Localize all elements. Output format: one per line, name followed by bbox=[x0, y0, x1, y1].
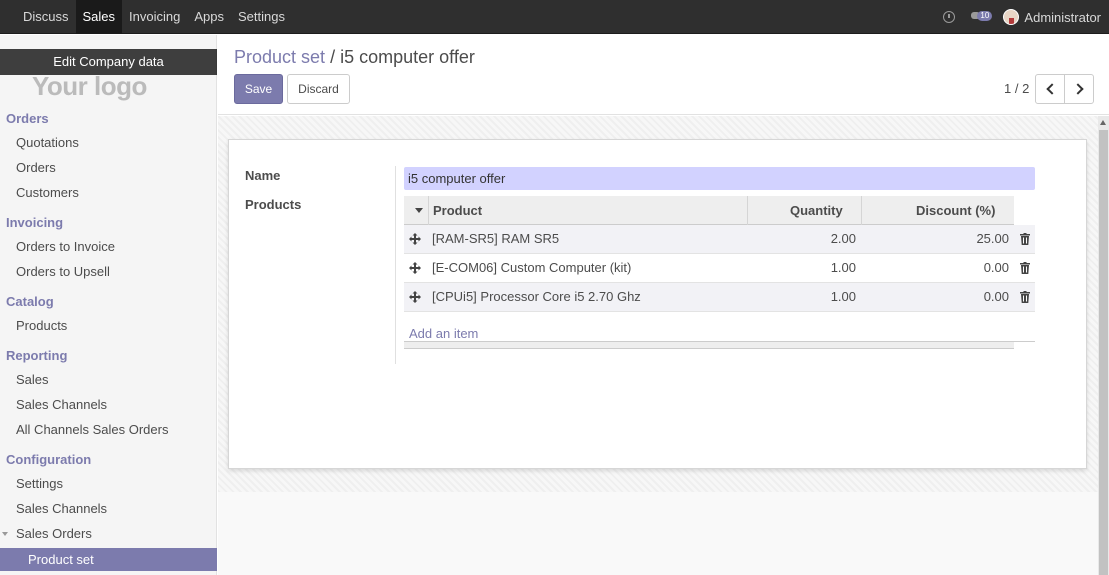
sidebar-item-orders-to-upsell[interactable]: Orders to Upsell bbox=[16, 264, 110, 279]
trash-icon[interactable] bbox=[1020, 262, 1030, 274]
caret-down-icon[interactable] bbox=[415, 208, 423, 213]
trash-icon[interactable] bbox=[1020, 291, 1030, 303]
sidebar-item-sales[interactable]: Sales bbox=[16, 372, 49, 387]
sidebar: Your logo Edit Company data Orders Quota… bbox=[0, 35, 217, 575]
sidebar-item-quotations[interactable]: Quotations bbox=[16, 135, 79, 150]
name-field[interactable]: i5 computer offer bbox=[404, 167, 1035, 190]
scroll-up-arrow-icon[interactable] bbox=[1100, 120, 1106, 125]
form-sheet: Name Products i5 computer offer Product … bbox=[228, 139, 1087, 469]
breadcrumb-separator: / bbox=[330, 47, 336, 67]
caret-down-icon bbox=[2, 532, 8, 536]
table-footer bbox=[404, 341, 1035, 349]
drag-handle-icon[interactable] bbox=[409, 262, 421, 274]
column-separator bbox=[428, 196, 429, 225]
cell-product: [E-COM06] Custom Computer (kit) bbox=[432, 260, 632, 275]
sidebar-item-sales-orders[interactable]: Sales Orders bbox=[16, 526, 92, 541]
messaging-icon[interactable]: 10 bbox=[971, 10, 993, 24]
control-panel: Product set / i5 computer offer Save Dis… bbox=[218, 35, 1109, 115]
cell-quantity: 1.00 bbox=[830, 260, 856, 275]
column-header-discount[interactable]: Discount (%) bbox=[916, 196, 995, 225]
sidebar-item-sales-channels-report[interactable]: Sales Channels bbox=[16, 397, 107, 412]
table-row[interactable]: [RAM-SR5] RAM SR5 2.00 25.00 bbox=[404, 225, 1035, 254]
activity-clock-icon[interactable] bbox=[943, 11, 956, 23]
table-footer-bar bbox=[404, 342, 1014, 349]
sidebar-item-customers[interactable]: Customers bbox=[16, 185, 79, 200]
cell-quantity: 2.00 bbox=[830, 231, 856, 246]
sidebar-section-configuration: Configuration bbox=[6, 452, 92, 467]
top-navbar: Discuss Sales Invoicing Apps Settings 10… bbox=[0, 0, 1109, 34]
table-header: Product Quantity Discount (%) bbox=[404, 196, 1014, 225]
company-logo-area[interactable]: Your logo Edit Company data bbox=[0, 49, 217, 101]
sidebar-item-all-channels-sales-orders[interactable]: All Channels Sales Orders bbox=[16, 422, 168, 437]
field-divider bbox=[395, 166, 396, 364]
sidebar-item-orders-to-invoice[interactable]: Orders to Invoice bbox=[16, 239, 115, 254]
discard-button[interactable]: Discard bbox=[287, 74, 350, 104]
add-item-link[interactable]: Add an item bbox=[409, 326, 478, 341]
menu-discuss[interactable]: Discuss bbox=[16, 0, 76, 34]
products-label: Products bbox=[245, 197, 302, 212]
column-header-product[interactable]: Product bbox=[433, 196, 482, 225]
sidebar-item-products[interactable]: Products bbox=[16, 318, 67, 333]
name-label: Name bbox=[245, 168, 281, 183]
sidebar-item-sales-channels[interactable]: Sales Channels bbox=[16, 501, 107, 516]
sidebar-item-product-set[interactable]: Product set bbox=[0, 548, 217, 571]
edit-company-button[interactable]: Edit Company data bbox=[0, 49, 217, 75]
sidebar-item-orders[interactable]: Orders bbox=[16, 160, 56, 175]
cell-discount: 25.00 bbox=[976, 231, 1009, 246]
menu-invoicing[interactable]: Invoicing bbox=[122, 0, 187, 34]
cell-product: [RAM-SR5] RAM SR5 bbox=[432, 231, 560, 246]
drag-handle-icon[interactable] bbox=[409, 233, 421, 245]
app-menu: Discuss Sales Invoicing Apps Settings bbox=[16, 0, 292, 34]
menu-apps[interactable]: Apps bbox=[187, 0, 231, 34]
scrollbar-thumb[interactable] bbox=[1099, 130, 1108, 575]
sidebar-item-settings[interactable]: Settings bbox=[16, 476, 63, 491]
sidebar-section-orders: Orders bbox=[6, 111, 49, 126]
menu-settings[interactable]: Settings bbox=[231, 0, 292, 34]
user-avatar[interactable] bbox=[1003, 9, 1020, 25]
table-row[interactable]: [CPUi5] Processor Core i5 2.70 Ghz 1.00 … bbox=[404, 283, 1035, 312]
menu-sales[interactable]: Sales bbox=[75, 0, 123, 34]
sidebar-section-reporting: Reporting bbox=[6, 348, 68, 363]
table-row[interactable]: [E-COM06] Custom Computer (kit) 1.00 0.0… bbox=[404, 254, 1035, 283]
pager-value[interactable]: 1 / 2 bbox=[1004, 81, 1029, 96]
user-menu[interactable]: Administrator bbox=[1024, 10, 1101, 25]
chevron-left-icon bbox=[1046, 83, 1058, 95]
sidebar-section-invoicing: Invoicing bbox=[6, 215, 64, 230]
systray: 10 Administrator bbox=[943, 0, 1101, 34]
breadcrumb: Product set / i5 computer offer bbox=[234, 47, 475, 68]
trash-icon[interactable] bbox=[1020, 233, 1030, 245]
breadcrumb-current: i5 computer offer bbox=[340, 47, 475, 67]
pager-next-button[interactable] bbox=[1064, 74, 1094, 104]
column-separator bbox=[861, 196, 862, 225]
company-logo: Your logo bbox=[32, 71, 147, 101]
column-header-quantity[interactable]: Quantity bbox=[790, 196, 843, 225]
chevron-right-icon bbox=[1072, 83, 1084, 95]
drag-handle-icon[interactable] bbox=[409, 291, 421, 303]
cell-discount: 0.00 bbox=[983, 260, 1009, 275]
cell-discount: 0.00 bbox=[983, 289, 1009, 304]
notification-badge: 10 bbox=[977, 11, 993, 21]
sidebar-section-catalog: Catalog bbox=[6, 294, 54, 309]
breadcrumb-parent[interactable]: Product set bbox=[234, 47, 325, 67]
column-separator bbox=[747, 196, 748, 225]
save-button[interactable]: Save bbox=[234, 74, 283, 104]
pager-previous-button[interactable] bbox=[1035, 74, 1065, 104]
vertical-scrollbar[interactable] bbox=[1098, 116, 1109, 575]
sidebar-item-label: Product set bbox=[28, 552, 94, 567]
cell-quantity: 1.00 bbox=[830, 289, 856, 304]
cell-product: [CPUi5] Processor Core i5 2.70 Ghz bbox=[432, 289, 641, 304]
